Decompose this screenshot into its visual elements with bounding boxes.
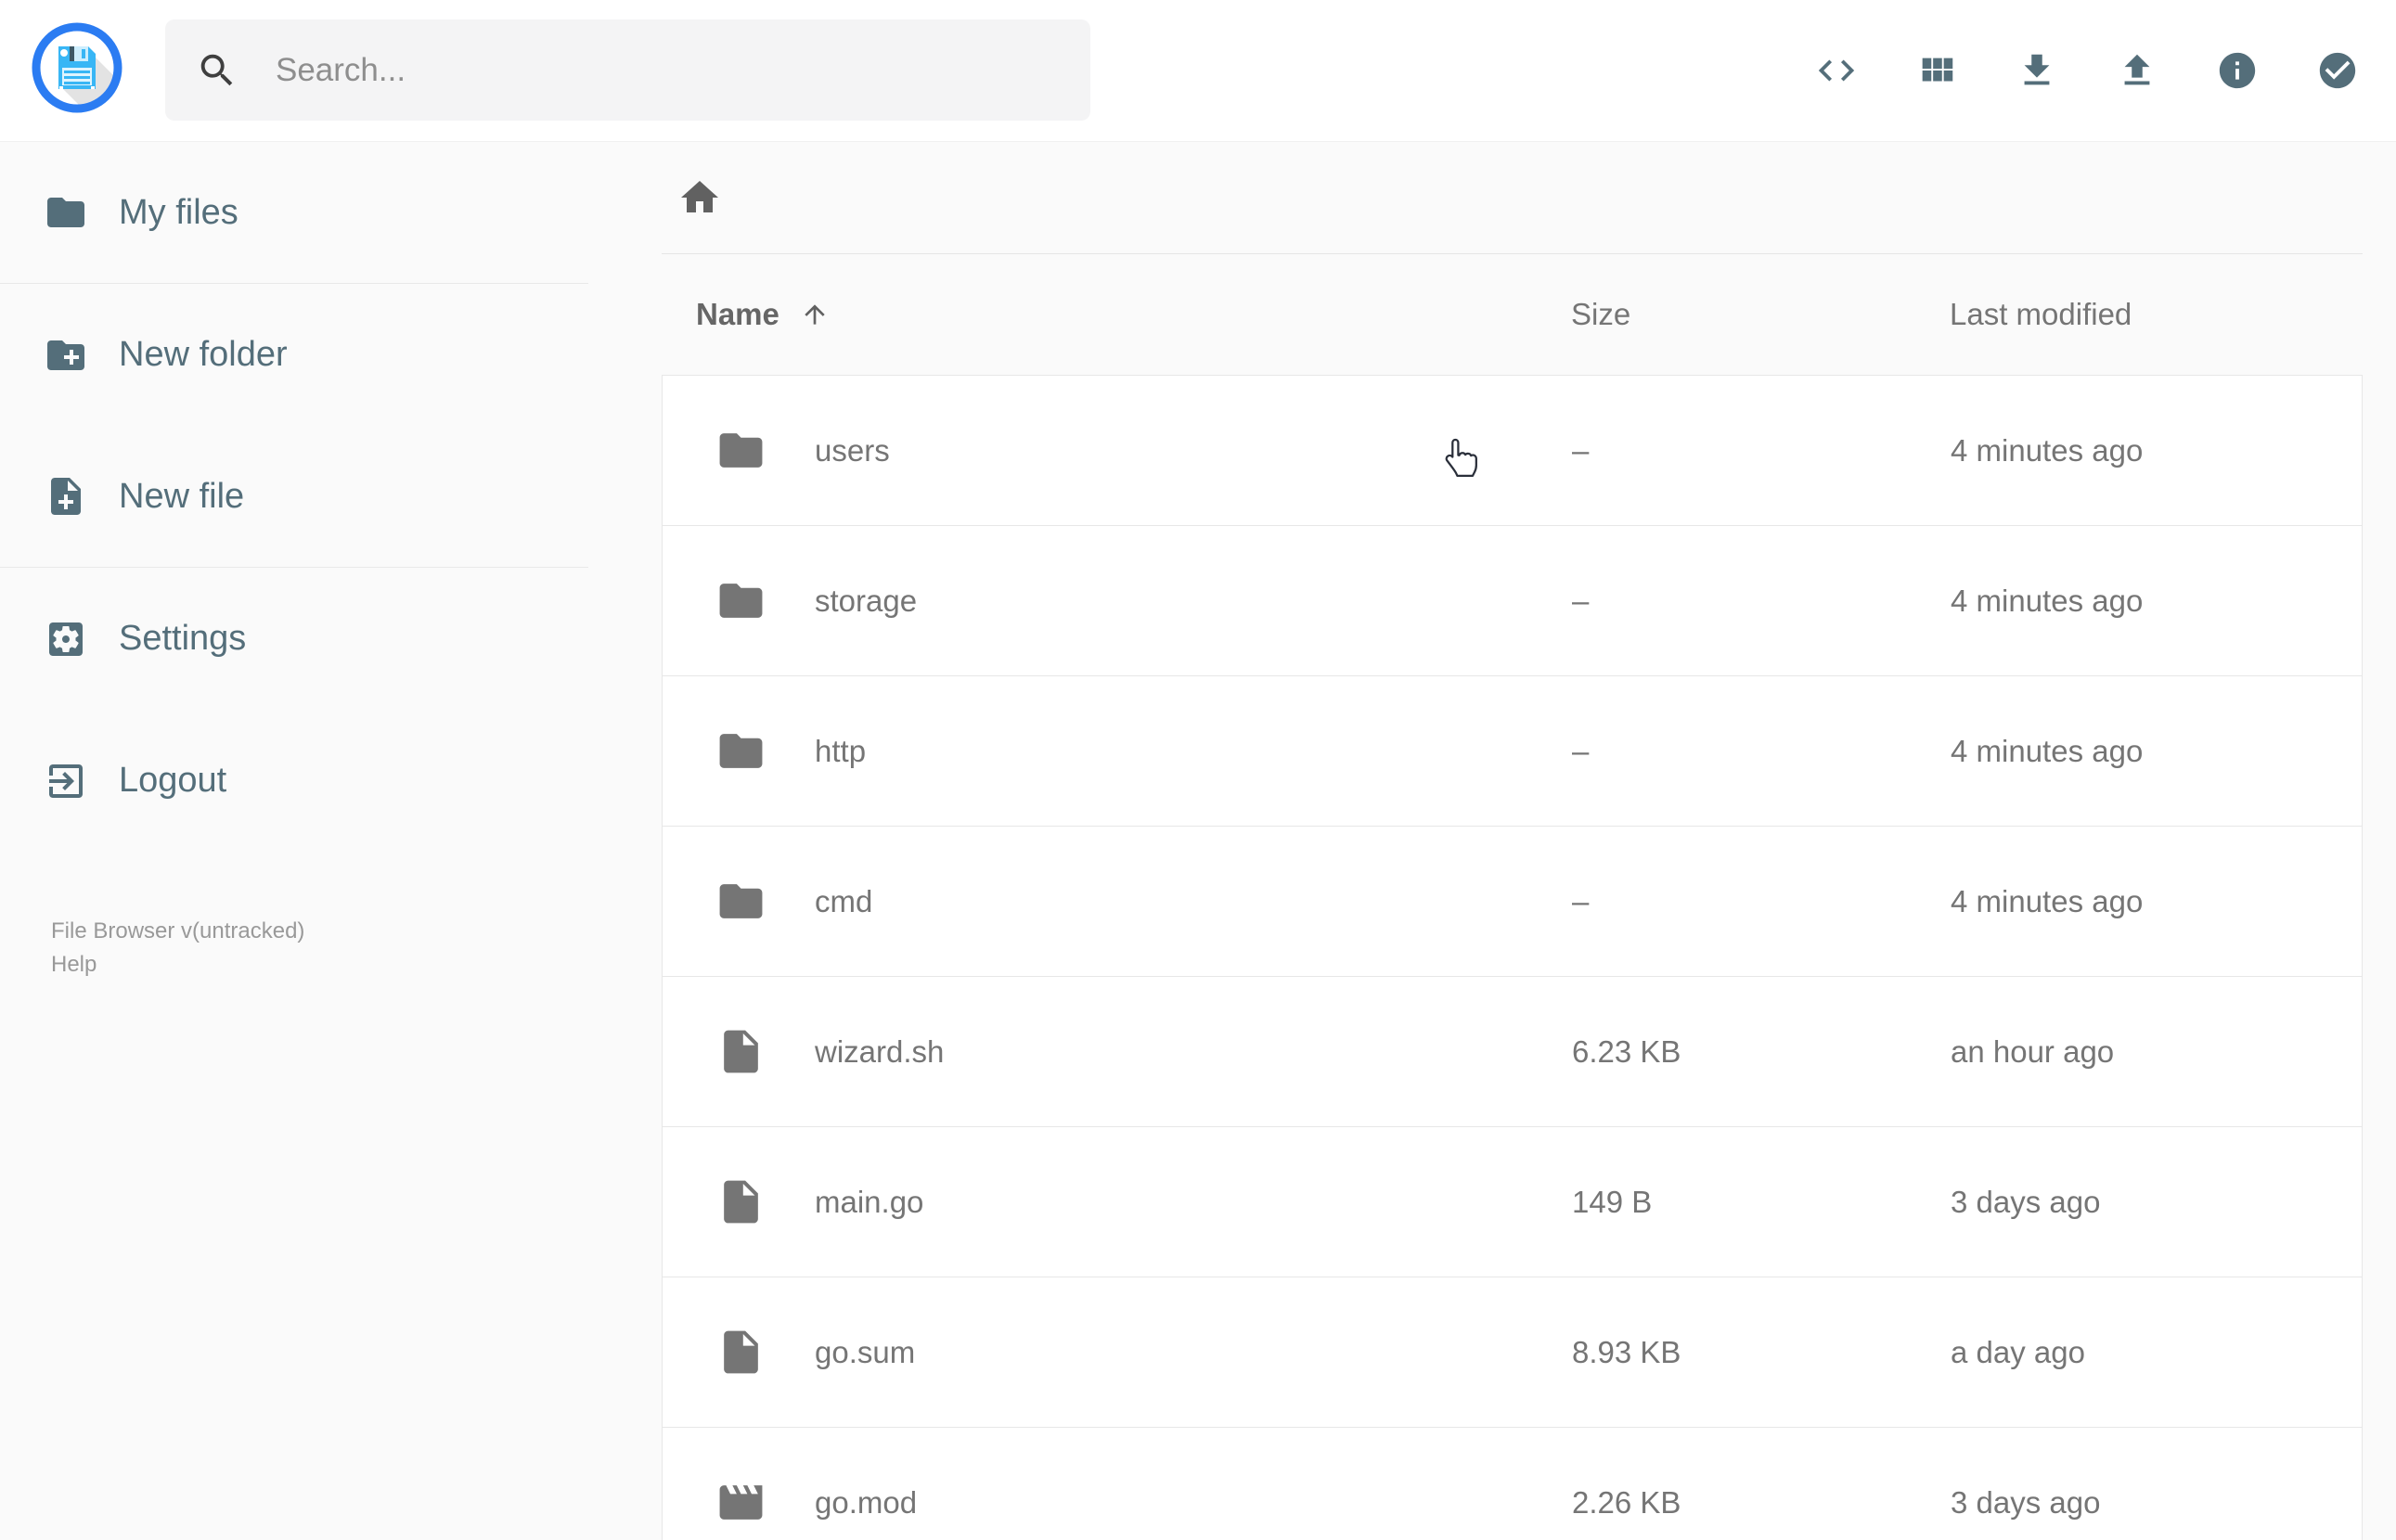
toolbar [1815, 0, 2359, 141]
search-icon [200, 54, 233, 85]
sidebar-item-label: My files [119, 192, 238, 232]
file-size: 8.93 KB [1572, 1334, 1681, 1369]
version-link[interactable]: File Browser v(untracked) [51, 915, 304, 948]
file-name: main.go [815, 1184, 924, 1219]
sidebar-item-new-file[interactable]: New file [0, 426, 588, 568]
file-modified: 3 days ago [1951, 1484, 2101, 1520]
sidebar-item-logout[interactable]: Logout [0, 710, 588, 852]
file-modified: a day ago [1951, 1334, 2085, 1369]
table-row-storage[interactable]: storage – 4 minutes ago [662, 525, 2363, 676]
file-name: wizard.sh [815, 1033, 945, 1069]
new-folder-icon [47, 340, 84, 370]
sidebar-item-label: New file [119, 476, 245, 516]
file-modified: 4 minutes ago [1951, 432, 2144, 468]
sidebar-item-label: New folder [119, 335, 288, 374]
column-header-size[interactable]: Size [1571, 297, 1950, 332]
folder-icon [719, 884, 763, 918]
file-icon [724, 1180, 758, 1224]
table-row-users[interactable]: users – 4 minutes ago [662, 375, 2363, 526]
file-name: go.mod [815, 1484, 918, 1520]
content-area: My files New folder New file Settings Lo… [0, 141, 2396, 1540]
grid-view-icon [1922, 58, 1953, 82]
raw-download-button[interactable] [1815, 49, 1858, 92]
home-button[interactable] [677, 175, 722, 220]
upload-button[interactable] [2116, 49, 2158, 92]
file-size: 6.23 KB [1572, 1033, 1681, 1069]
file-name: cmd [815, 883, 873, 918]
search-input[interactable] [276, 51, 1018, 89]
folder-icon [719, 584, 763, 618]
sidebar-item-settings[interactable]: Settings [0, 568, 588, 710]
table-row-wizard-sh[interactable]: wizard.sh 6.23 KB an hour ago [662, 976, 2363, 1127]
sidebar-item-label: Settings [119, 619, 247, 658]
file-name: storage [815, 583, 918, 618]
file-name: users [815, 432, 890, 468]
file-size: – [1572, 733, 1590, 768]
file-size: – [1572, 432, 1590, 468]
info-button[interactable] [2216, 49, 2259, 92]
file-name: go.sum [815, 1334, 916, 1369]
home-icon [681, 181, 718, 212]
settings-icon [49, 622, 83, 656]
download-icon [2024, 54, 2050, 85]
search-bar[interactable] [165, 19, 1090, 121]
logout-icon [49, 764, 83, 798]
sidebar-item-label: Logout [119, 761, 227, 800]
floppy-disk-logo[interactable] [31, 21, 123, 114]
table-row-go-sum[interactable]: go.sum 8.93 KB a day ago [662, 1277, 2363, 1428]
column-header-modified[interactable]: Last modified [1950, 297, 2363, 332]
file-icon [724, 1330, 758, 1374]
file-listing: Name Size Last modified users – 4 minute… [588, 142, 2396, 1540]
file-size: – [1572, 583, 1590, 618]
file-size: – [1572, 883, 1590, 918]
file-modified: 3 days ago [1951, 1184, 2101, 1219]
table-row-cmd[interactable]: cmd – 4 minutes ago [662, 826, 2363, 977]
code-icon [1818, 59, 1855, 82]
table-row-main-go[interactable]: main.go 149 B 3 days ago [662, 1126, 2363, 1277]
movie-file-icon [719, 1485, 763, 1520]
upload-icon [2124, 54, 2150, 85]
folder-icon [719, 433, 763, 468]
sidebar-item-my-files[interactable]: My files [0, 142, 588, 284]
table-row-http[interactable]: http – 4 minutes ago [662, 675, 2363, 827]
file-size: 149 B [1572, 1184, 1653, 1219]
listing-header: Name Size Last modified [662, 254, 2363, 375]
file-modified: an hour ago [1951, 1033, 2115, 1069]
top-header [0, 0, 2396, 141]
file-modified: 4 minutes ago [1951, 883, 2144, 918]
folder-icon [719, 734, 763, 768]
file-size: 2.26 KB [1572, 1484, 1681, 1520]
table-row-go-mod[interactable]: go.mod 2.26 KB 3 days ago [662, 1427, 2363, 1540]
arrow-up-icon [805, 304, 825, 325]
file-icon [724, 1030, 758, 1073]
file-modified: 4 minutes ago [1951, 733, 2144, 768]
sidebar-footer: File Browser v(untracked) Help [51, 915, 304, 982]
switch-view-button[interactable] [1915, 49, 1958, 92]
breadcrumb [662, 142, 2363, 254]
file-modified: 4 minutes ago [1951, 583, 2144, 618]
listing-rows: users – 4 minutes ago storage – 4 minute… [662, 375, 2363, 1540]
sidebar: My files New folder New file Settings Lo… [0, 142, 588, 1540]
help-link[interactable]: Help [51, 948, 304, 982]
column-header-name[interactable]: Name [662, 297, 1571, 332]
sidebar-item-new-folder[interactable]: New folder [0, 284, 588, 426]
check-circle-icon [2319, 52, 2356, 89]
download-button[interactable] [2016, 49, 2058, 92]
select-multiple-button[interactable] [2316, 49, 2359, 92]
file-name: http [815, 733, 867, 768]
new-file-icon [51, 478, 81, 515]
info-icon [2219, 52, 2256, 89]
folder-icon [47, 198, 84, 227]
